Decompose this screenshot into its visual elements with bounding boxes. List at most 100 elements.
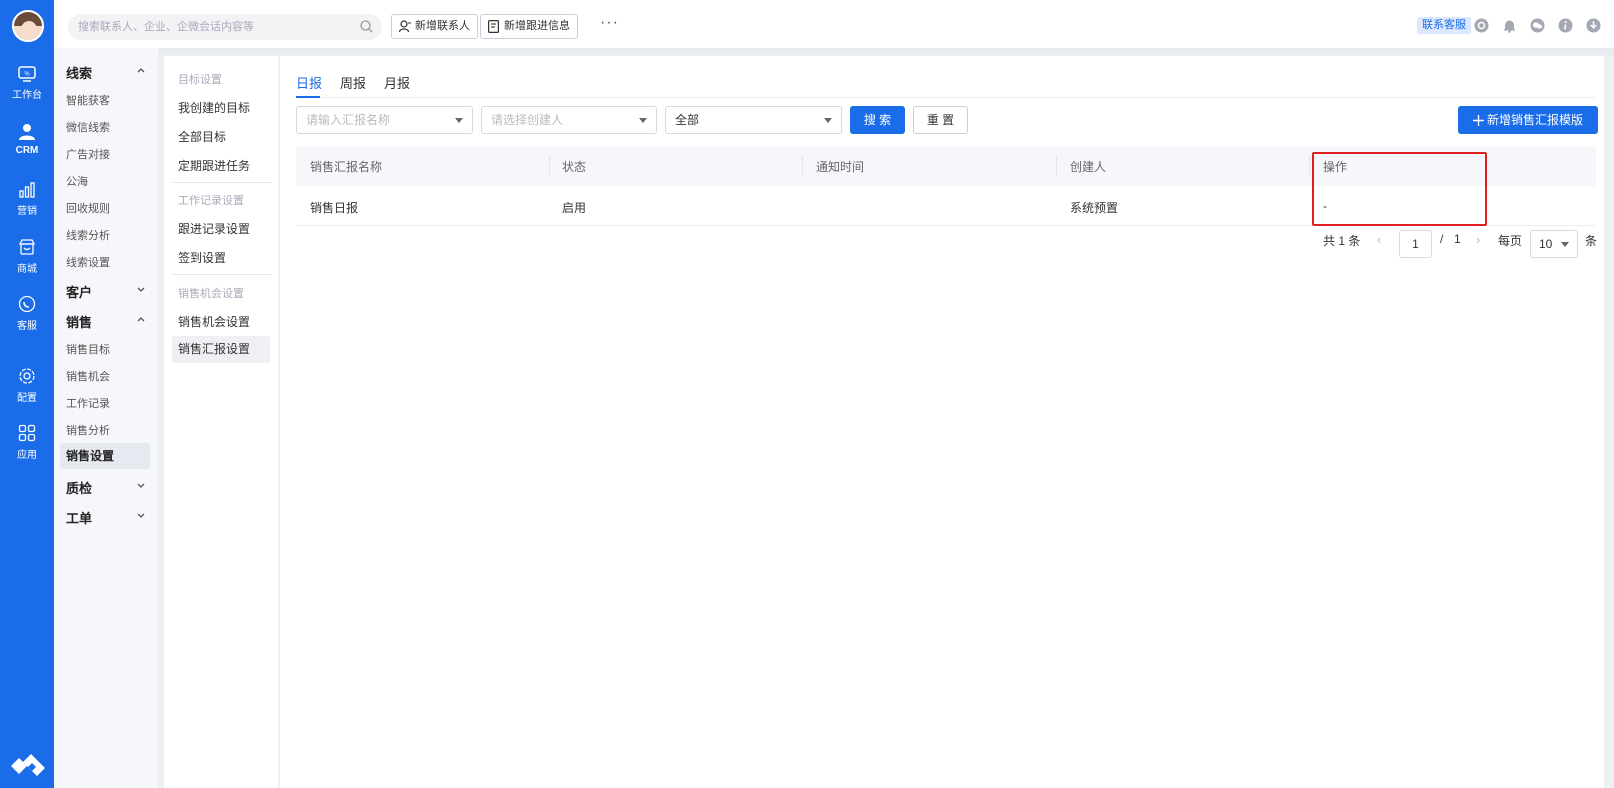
pager-per-page-label: 每页 xyxy=(1498,234,1523,248)
rail-item-config[interactable]: 配置 xyxy=(0,367,54,404)
caret-down-icon xyxy=(1561,242,1569,247)
cell-status: 启用 xyxy=(562,201,587,215)
nav-item-wechat-leads[interactable]: 微信线索 xyxy=(66,119,146,135)
pager-total: 共 1 条 xyxy=(1323,234,1361,248)
person-icon xyxy=(19,124,35,140)
nav-item-ad-integration[interactable]: 广告对接 xyxy=(66,146,146,162)
module-nav: 线索 智能获客 微信线索 广告对接 公海 回收规则 线索分析 线索设置 客户 销… xyxy=(54,48,158,788)
section-opportunity-settings: 销售机会设置 xyxy=(178,288,244,300)
nav-group-ticket[interactable]: 工单 xyxy=(66,508,148,527)
download-icon[interactable] xyxy=(1586,18,1601,33)
creator-select[interactable]: 请选择创建人 xyxy=(481,106,657,134)
avatar[interactable] xyxy=(12,10,44,42)
settings-subnav: 目标设置 我创建的目标 全部目标 定期跟进任务 工作记录设置 跟进记录设置 签到… xyxy=(164,56,279,788)
subnav-opportunity-settings[interactable]: 销售机会设置 xyxy=(178,313,250,330)
search-icon[interactable] xyxy=(360,20,373,33)
pager-unit: 条 xyxy=(1585,234,1598,248)
status-select[interactable]: 全部 xyxy=(665,106,842,134)
tab-monthly[interactable]: 月报 xyxy=(384,73,410,92)
rail-item-crm[interactable]: CRM xyxy=(0,123,54,156)
rail-item-mall[interactable]: 商城 xyxy=(0,238,54,275)
wechat-icon[interactable] xyxy=(1530,18,1545,33)
divider xyxy=(172,182,272,183)
tab-weekly[interactable]: 周报 xyxy=(340,73,366,92)
store-icon xyxy=(18,239,36,255)
dashboard-icon: % xyxy=(18,66,36,82)
new-followup-button[interactable]: 新增跟进信息 xyxy=(480,14,578,39)
plus-icon xyxy=(1473,115,1484,126)
rail-item-apps[interactable]: 应用 xyxy=(0,424,54,461)
tab-daily[interactable]: 日报 xyxy=(296,73,322,92)
tabs-divider xyxy=(296,97,1596,98)
help-circle-icon[interactable] xyxy=(1474,18,1489,33)
nav-item-sales-opportunity[interactable]: 销售机会 xyxy=(66,368,146,384)
chevron-down-icon xyxy=(137,287,145,292)
reset-button[interactable]: 重 置 xyxy=(913,106,968,134)
brand-logo-icon xyxy=(11,754,45,776)
nav-item-sales-analysis[interactable]: 销售分析 xyxy=(66,422,146,438)
page-number-input[interactable]: 1 xyxy=(1399,230,1432,258)
column-header-name: 销售汇报名称 xyxy=(310,160,383,174)
nav-item-work-records[interactable]: 工作记录 xyxy=(66,395,146,411)
rail-item-marketing[interactable]: 营销 xyxy=(0,180,54,217)
add-person-icon xyxy=(399,20,411,33)
nav-item-sales-target[interactable]: 销售目标 xyxy=(66,341,146,357)
add-report-template-button[interactable]: 新增销售汇报模版 xyxy=(1458,106,1598,134)
subnav-my-goals[interactable]: 我创建的目标 xyxy=(178,99,250,116)
nav-item-smart-acquire[interactable]: 智能获客 xyxy=(66,92,146,108)
global-search-input[interactable]: 搜索联系人、企业、企微会话内容等 xyxy=(68,14,382,40)
nav-item-public-pool[interactable]: 公海 xyxy=(66,173,146,189)
divider xyxy=(172,274,272,275)
nav-item-leads-analysis[interactable]: 线索分析 xyxy=(66,227,146,243)
chevron-down-icon xyxy=(137,513,145,518)
chat-icon xyxy=(18,295,36,313)
column-header-status: 状态 xyxy=(562,160,587,174)
subnav-checkin-settings[interactable]: 签到设置 xyxy=(178,249,226,266)
nav-item-leads-settings[interactable]: 线索设置 xyxy=(66,254,146,270)
nav-item-sales-settings[interactable]: 销售设置 xyxy=(60,443,150,469)
column-header-creator: 创建人 xyxy=(1070,160,1107,174)
header-divider xyxy=(54,48,1614,55)
section-work-record-settings: 工作记录设置 xyxy=(178,195,244,207)
prev-page-icon[interactable]: ‹ xyxy=(1377,232,1381,247)
rail-item-service[interactable]: 客服 xyxy=(0,295,54,332)
page-size-select[interactable]: 10 xyxy=(1530,230,1578,258)
nav-group-sales[interactable]: 销售 xyxy=(66,312,148,331)
customer-service-badge[interactable]: 联系客服 xyxy=(1417,17,1471,34)
nav-group-customer[interactable]: 客户 xyxy=(66,282,148,301)
subnav-sales-report-settings[interactable]: 销售汇报设置 xyxy=(172,336,270,363)
more-menu-button[interactable]: ··· xyxy=(600,14,619,32)
section-goal-settings: 目标设置 xyxy=(178,74,222,86)
column-separator xyxy=(549,156,550,176)
highlight-annotation-box xyxy=(1312,152,1487,226)
report-name-input[interactable]: 请输入汇报名称 xyxy=(296,106,473,134)
caret-down-icon xyxy=(824,118,832,123)
cell-report-name: 销售日报 xyxy=(310,201,359,215)
nav-group-leads[interactable]: 线索 xyxy=(66,63,148,82)
column-separator xyxy=(802,156,803,176)
cell-creator: 系统预置 xyxy=(1070,201,1119,215)
apps-icon xyxy=(18,424,36,442)
nav-group-quality[interactable]: 质检 xyxy=(66,478,148,497)
nav-item-recycle-rules[interactable]: 回收规则 xyxy=(66,200,146,216)
pager-page-count: 1 xyxy=(1454,232,1461,246)
bell-icon[interactable] xyxy=(1502,18,1517,33)
top-bar: 搜索联系人、企业、企微会话内容等 新增联系人 新增跟进信息 ··· 联系客服 xyxy=(54,0,1614,48)
gear-icon xyxy=(19,368,35,384)
chevron-up-icon xyxy=(137,68,145,73)
rail-item-workbench[interactable]: % 工作台 xyxy=(0,66,54,101)
caret-down-icon xyxy=(455,118,463,123)
subnav-periodic-tasks[interactable]: 定期跟进任务 xyxy=(178,157,250,174)
search-button[interactable]: 搜 索 xyxy=(850,106,905,134)
note-icon xyxy=(488,20,499,33)
app-rail: % 工作台 CRM 营销 商城 客服 配置 应用 xyxy=(0,0,54,788)
svg-text:%: % xyxy=(24,72,30,78)
active-tab-indicator xyxy=(296,96,320,98)
info-icon[interactable] xyxy=(1558,18,1573,33)
subnav-all-goals[interactable]: 全部目标 xyxy=(178,128,226,145)
column-header-separator xyxy=(1056,156,1057,176)
new-contact-button[interactable]: 新增联系人 xyxy=(391,14,478,39)
chevron-down-icon xyxy=(137,483,145,488)
next-page-icon[interactable]: › xyxy=(1476,232,1480,247)
subnav-followup-settings[interactable]: 跟进记录设置 xyxy=(178,220,250,237)
